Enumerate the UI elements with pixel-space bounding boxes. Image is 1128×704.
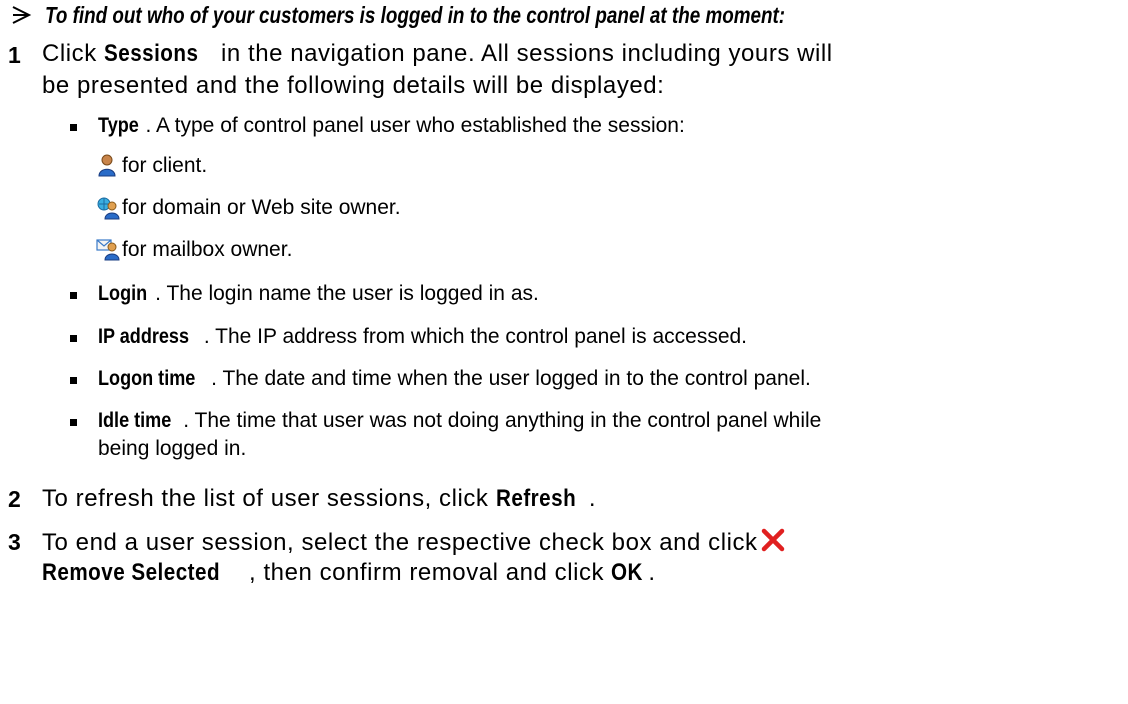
detail-type: Type. A type of control panel user who e…	[98, 114, 685, 137]
domain-owner-icon	[97, 197, 120, 220]
detail-ip-address: IP address. The IP address from which th…	[98, 325, 748, 348]
mailbox-owner-icon	[96, 239, 120, 261]
bullet-icon	[70, 124, 77, 131]
step-number: 3	[8, 529, 21, 555]
client-user-icon	[98, 154, 116, 177]
bullet-icon	[70, 419, 77, 426]
detail-logon-time: Logon time. The date and time when the u…	[98, 367, 811, 390]
step-2: To refresh the list of user sessions, cl…	[42, 485, 597, 512]
remove-x-icon	[761, 528, 784, 552]
step-number: 1	[8, 42, 21, 68]
bullet-icon	[70, 292, 77, 299]
bullet-icon	[70, 335, 77, 342]
step-3-line-2: Remove Selected, then confirm removal an…	[42, 559, 656, 586]
bullet-icon	[70, 377, 77, 384]
user-type-domain-owner: for domain or Web site owner.	[122, 196, 401, 219]
sessions-term: Sessions	[103, 40, 199, 67]
procedure-title: To find out who of your customers is log…	[45, 2, 786, 28]
refresh-term: Refresh	[495, 485, 576, 512]
step-number: 2	[8, 486, 21, 512]
detail-login: Login. The login name the user is logged…	[98, 282, 539, 305]
step-1-line-1: Click Sessions in the navigation pane. A…	[42, 40, 833, 67]
step-1-line-2: be presented and the following details w…	[42, 72, 665, 99]
detail-idle-time: Idle time. The time that user was not do…	[98, 409, 822, 432]
arrow-bullet-icon	[12, 6, 32, 24]
ok-term: OK	[611, 559, 644, 586]
remove-selected-term: Remove Selected	[42, 559, 221, 586]
step-3-line-1: To end a user session, select the respec…	[42, 527, 786, 557]
detail-idle-time-cont: being logged in.	[98, 437, 247, 460]
user-type-client: for client.	[122, 154, 208, 177]
user-type-mailbox-owner: for mailbox owner.	[122, 238, 293, 261]
